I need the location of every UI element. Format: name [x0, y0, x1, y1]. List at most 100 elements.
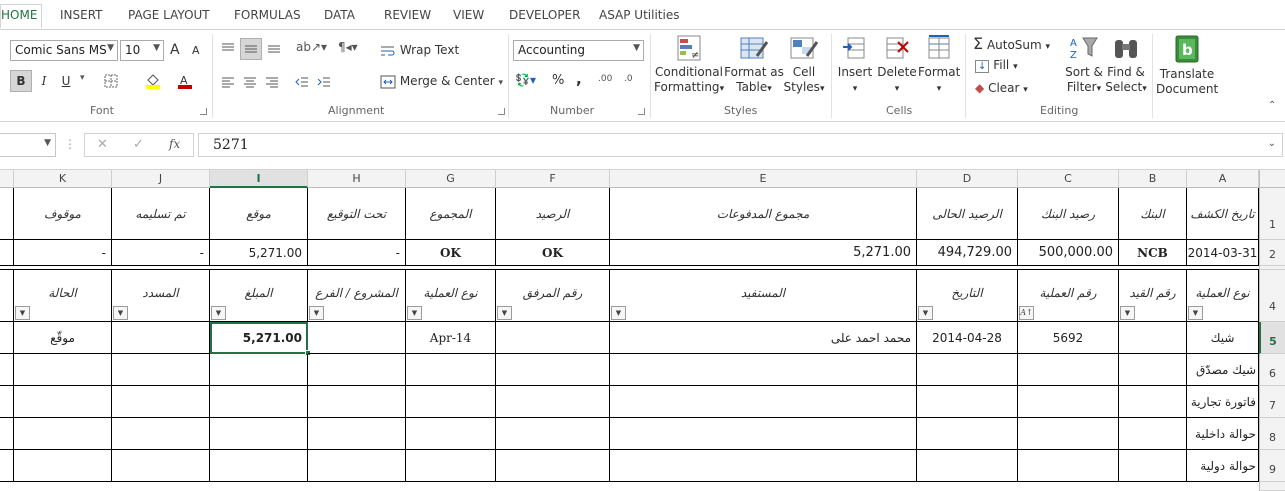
- cell-a1[interactable]: تاريخ الكشف: [1187, 188, 1259, 240]
- cell-partial[interactable]: [0, 270, 14, 322]
- cell-g5[interactable]: Apr-14: [406, 322, 496, 354]
- dialog-launcher-icon[interactable]: [638, 108, 645, 115]
- cell-c8[interactable]: [1018, 418, 1119, 450]
- decrease-decimal-button[interactable]: .0: [624, 74, 633, 84]
- tab-review[interactable]: REVIEW: [384, 8, 431, 22]
- cell-k7[interactable]: [14, 386, 112, 418]
- cell-a9[interactable]: حوالة دولية: [1187, 450, 1259, 482]
- cell-a8[interactable]: حوالة داخلية: [1187, 418, 1259, 450]
- align-center-icon[interactable]: [240, 72, 260, 92]
- comma-style-button[interactable]: ,: [576, 70, 582, 88]
- cell-c6[interactable]: [1018, 354, 1119, 386]
- cell-h9[interactable]: [308, 450, 406, 482]
- cell-g1[interactable]: المجموع: [406, 188, 496, 240]
- autosum-button[interactable]: Σ AutoSum ▾: [973, 34, 1050, 53]
- cell-a7[interactable]: فاتورة تجارية: [1187, 386, 1259, 418]
- cell-j8[interactable]: [112, 418, 210, 450]
- cell-e8[interactable]: [610, 418, 917, 450]
- tab-formulas[interactable]: FORMULAS: [234, 8, 301, 22]
- percent-style-button[interactable]: %: [552, 73, 564, 88]
- collapse-ribbon-icon[interactable]: ⌃: [1268, 100, 1276, 111]
- borders-icon[interactable]: [100, 70, 122, 92]
- tab-page-layout[interactable]: PAGE LAYOUT: [128, 8, 210, 22]
- cell-c1[interactable]: رصيد البنك: [1018, 188, 1119, 240]
- cell-g8[interactable]: [406, 418, 496, 450]
- increase-decimal-button[interactable]: .00: [598, 74, 612, 84]
- cell-h8[interactable]: [308, 418, 406, 450]
- cell-a4[interactable]: نوع العملية ▼: [1187, 270, 1259, 322]
- row-header-5[interactable]: 5: [1259, 322, 1285, 354]
- cell-b8[interactable]: [1119, 418, 1187, 450]
- cell-a6[interactable]: شيك مصدّق: [1187, 354, 1259, 386]
- cell-c2[interactable]: 500,000.00: [1018, 240, 1119, 266]
- align-top-icon[interactable]: [218, 38, 238, 58]
- cell-g6[interactable]: [406, 354, 496, 386]
- cell-d1[interactable]: الرصيد الحالى: [917, 188, 1018, 240]
- cell-partial[interactable]: [0, 240, 14, 266]
- decrease-indent-icon[interactable]: [292, 72, 312, 92]
- cell-styles-button[interactable]: Cell Styles▾: [782, 34, 826, 97]
- find-select-button[interactable]: Find & Select▾: [1104, 34, 1148, 97]
- cell-k9[interactable]: [14, 450, 112, 482]
- insert-cells-button[interactable]: Insert ▾: [836, 34, 874, 97]
- cell-g2[interactable]: OK: [406, 240, 496, 266]
- cell-j2[interactable]: -: [112, 240, 210, 266]
- row-header-10[interactable]: [1259, 482, 1285, 491]
- cell-b6[interactable]: [1119, 354, 1187, 386]
- cell-f6[interactable]: [496, 354, 610, 386]
- cell-partial[interactable]: [0, 450, 14, 482]
- column-header-c[interactable]: C: [1018, 170, 1119, 188]
- cell-j1[interactable]: تم تسليمه: [112, 188, 210, 240]
- cell-e9[interactable]: [610, 450, 917, 482]
- cell-g4[interactable]: نوع العملية ▼: [406, 270, 496, 322]
- format-as-table-button[interactable]: Format as Table▾: [724, 34, 784, 97]
- filter-dropdown-icon[interactable]: ▼: [497, 306, 512, 320]
- cell-c7[interactable]: [1018, 386, 1119, 418]
- cell-g9[interactable]: [406, 450, 496, 482]
- cancel-icon[interactable]: ✕: [97, 137, 108, 152]
- column-header-h[interactable]: H: [308, 170, 406, 188]
- align-middle-icon[interactable]: [240, 38, 262, 60]
- cell-f8[interactable]: [496, 418, 610, 450]
- cell-a2[interactable]: 2014-03-31: [1187, 240, 1259, 266]
- column-header-d[interactable]: D: [917, 170, 1018, 188]
- cell-f1[interactable]: الرصيد: [496, 188, 610, 240]
- cell-partial[interactable]: [0, 188, 14, 240]
- italic-button[interactable]: I: [34, 70, 54, 92]
- cell-f5[interactable]: [496, 322, 610, 354]
- align-bottom-icon[interactable]: [264, 38, 284, 58]
- text-direction-icon[interactable]: ¶◂▾: [338, 40, 358, 54]
- cell-e7[interactable]: [610, 386, 917, 418]
- delete-cells-button[interactable]: Delete ▾: [877, 34, 917, 97]
- cell-k4[interactable]: الحالة ▼: [14, 270, 112, 322]
- cell-h1[interactable]: تحت التوقيع: [308, 188, 406, 240]
- bold-button[interactable]: B: [10, 70, 32, 92]
- cell-g7[interactable]: [406, 386, 496, 418]
- filter-dropdown-icon[interactable]: ▼: [1120, 306, 1135, 320]
- cell-k2[interactable]: -: [14, 240, 112, 266]
- cell-e6[interactable]: [610, 354, 917, 386]
- currency-format-icon[interactable]: 💱▾: [515, 73, 536, 87]
- format-cells-button[interactable]: Format ▾: [918, 34, 960, 97]
- cell-h6[interactable]: [308, 354, 406, 386]
- number-format-combo[interactable]: Accounting ▼: [513, 40, 644, 61]
- cell-i2[interactable]: 5,271.00: [210, 240, 308, 266]
- orientation-icon[interactable]: ab↗▾: [296, 40, 327, 54]
- chevron-down-icon[interactable]: ▾: [80, 73, 85, 83]
- cell-f2[interactable]: OK: [496, 240, 610, 266]
- cell-i8[interactable]: [210, 418, 308, 450]
- enter-icon[interactable]: ✓: [133, 137, 144, 152]
- conditional-formatting-button[interactable]: ≠ Conditional Formatting▾: [654, 34, 724, 97]
- dialog-launcher-icon[interactable]: [498, 108, 505, 115]
- cell-a5[interactable]: شيك: [1187, 322, 1259, 354]
- cell-b1[interactable]: البنك: [1119, 188, 1187, 240]
- shrink-font-button[interactable]: A: [192, 44, 200, 57]
- name-box[interactable]: ▼: [0, 133, 56, 157]
- row-header-1[interactable]: 1: [1259, 188, 1285, 240]
- increase-indent-icon[interactable]: [314, 72, 334, 92]
- row-header-2[interactable]: 2: [1259, 240, 1285, 266]
- cell-h2[interactable]: -: [308, 240, 406, 266]
- cell-d7[interactable]: [917, 386, 1018, 418]
- select-all-corner[interactable]: [1259, 170, 1285, 188]
- filter-dropdown-icon[interactable]: ▼: [211, 306, 226, 320]
